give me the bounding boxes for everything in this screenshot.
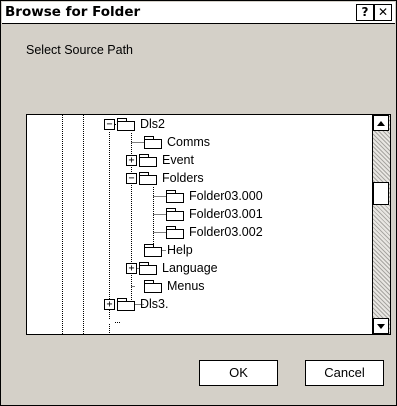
folder-icon [144,279,162,293]
expand-toggle[interactable]: + [126,262,137,274]
node-label: Folder03.001 [189,207,263,221]
collapse-toggle[interactable]: − [126,172,137,184]
tree-node-comms[interactable]: Comms [144,133,210,151]
folder-icon [117,117,135,131]
node-label: Dls3. [140,297,169,311]
ok-button[interactable]: OK [199,360,278,386]
arrow-up-icon [377,121,385,126]
instruction-label: Select Source Path [26,43,134,57]
title-bar[interactable]: Browse for Folder ? ✕ [2,2,395,24]
tree-node-help[interactable]: Help [144,241,193,259]
tree-node-dls3[interactable]: + Dls3. [104,295,168,313]
close-button[interactable]: ✕ [374,4,392,21]
folder-icon [166,189,184,203]
node-label: Dls2 [140,117,166,131]
scroll-up-button[interactable] [373,115,389,131]
folder-icon [139,171,157,185]
folder-tree[interactable]: − Dls2 Comms + Event − Folders Folder03.… [26,114,391,335]
folder-icon [144,243,162,257]
tree-node-folder03-002[interactable]: Folder03.002 [166,223,263,241]
scroll-down-button[interactable] [373,318,389,334]
node-label: Comms [167,135,211,149]
tree-node-menus[interactable]: Menus [144,277,205,295]
folder-icon [166,225,184,239]
browse-folder-dialog: Browse for Folder ? ✕ Select Source Path [0,0,397,406]
folder-icon [166,207,184,221]
tree-node-event[interactable]: + Event [126,151,194,169]
tree-node-folders[interactable]: − Folders [126,169,204,187]
tree-node-folder03-001[interactable]: Folder03.001 [166,205,263,223]
scroll-thumb[interactable] [373,182,389,205]
node-label: Event [162,153,194,167]
expand-toggle[interactable]: + [126,154,137,166]
node-label: Help [167,243,193,257]
folder-icon [139,261,157,275]
folder-icon [144,135,162,149]
collapse-toggle[interactable]: − [104,118,115,130]
folder-icon [139,153,157,167]
node-label: Menus [167,279,205,293]
folder-icon [117,297,135,311]
tree-node-language[interactable]: + Language [126,259,218,277]
node-label: Folder03.000 [189,189,263,203]
help-button[interactable]: ? [356,4,374,21]
expand-toggle[interactable]: + [104,298,115,310]
node-label: Folder03.002 [189,225,263,239]
window-title: Browse for Folder [5,4,141,20]
tree-vertical-scrollbar[interactable] [372,115,390,334]
node-label: Folders [162,171,204,185]
tree-node-folder03-000[interactable]: Folder03.000 [166,187,263,205]
node-label: Language [162,261,218,275]
arrow-down-icon [377,324,385,329]
tree-node-dls2[interactable]: − Dls2 [104,115,165,133]
cancel-button[interactable]: Cancel [305,360,384,386]
